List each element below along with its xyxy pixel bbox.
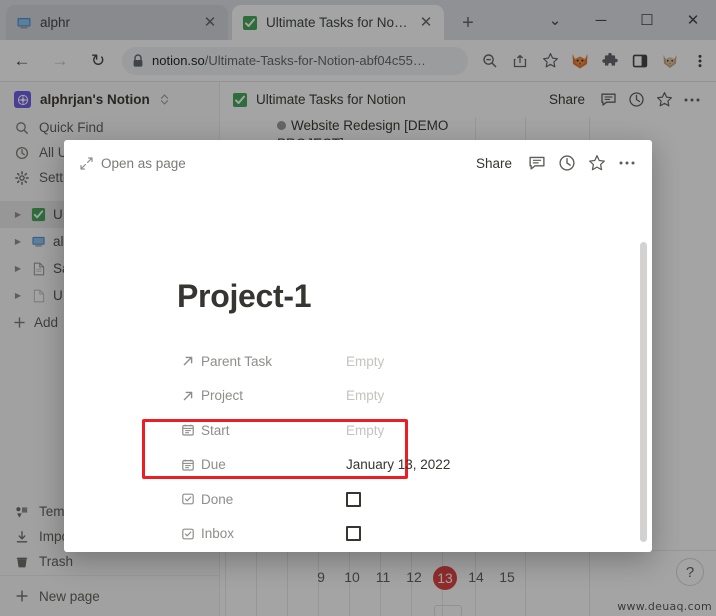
property-row-recur-interval[interactable]: Recur Interval (Da… Empty	[181, 551, 601, 552]
open-as-page-label: Open as page	[101, 155, 186, 171]
comment-icon[interactable]	[526, 152, 548, 174]
property-value[interactable]: January 13, 2022	[346, 457, 450, 472]
star-icon[interactable]	[586, 152, 608, 174]
expand-arrows-icon	[80, 156, 93, 170]
browser-window: alphr ✕ Ultimate Tasks for Notion ✕ + ⌄ …	[0, 0, 716, 616]
property-label: Parent Task	[201, 353, 273, 369]
property-row-inbox[interactable]: Inbox	[181, 517, 601, 552]
property-row-done[interactable]: Done	[181, 482, 601, 517]
modal-scrollbar[interactable]	[640, 242, 647, 542]
property-value[interactable]: Empty	[346, 354, 384, 369]
property-label: Start	[201, 422, 230, 438]
modal-share-button[interactable]: Share	[476, 156, 512, 171]
checkbox-icon	[181, 527, 201, 541]
property-label: Done	[201, 491, 234, 507]
open-as-page-button[interactable]: Open as page	[80, 156, 476, 171]
clock-icon[interactable]	[556, 152, 578, 174]
modal-toolbar: Open as page Share	[64, 140, 652, 186]
inbox-checkbox[interactable]	[346, 526, 361, 542]
property-label: Project	[201, 388, 244, 404]
properties-list: Parent Task Empty Project Empty Start Em…	[181, 344, 601, 552]
property-value[interactable]: Empty	[346, 388, 384, 403]
done-checkbox[interactable]	[346, 491, 361, 507]
relation-arrow-icon	[181, 354, 201, 368]
modal-body: Project-1 Parent Task Empty Project Empt…	[64, 186, 652, 552]
date-icon	[181, 423, 201, 437]
property-row-start[interactable]: Start Empty	[181, 413, 601, 448]
task-title[interactable]: Project-1	[177, 278, 312, 315]
watermark: www.deuaq.com	[617, 600, 712, 613]
relation-arrow-icon	[181, 389, 201, 403]
date-icon	[181, 458, 201, 472]
property-label: Inbox	[201, 526, 235, 542]
ellipsis-icon[interactable]	[616, 152, 638, 174]
checkbox-icon	[181, 492, 201, 506]
property-row-parent-task[interactable]: Parent Task Empty	[181, 344, 601, 379]
property-row-project[interactable]: Project Empty	[181, 379, 601, 414]
property-value[interactable]: Empty	[346, 423, 384, 438]
task-peek-modal: Open as page Share Project-1 Parent Task…	[64, 140, 652, 552]
property-label: Due	[201, 457, 226, 473]
property-row-due[interactable]: Due January 13, 2022	[181, 448, 601, 483]
